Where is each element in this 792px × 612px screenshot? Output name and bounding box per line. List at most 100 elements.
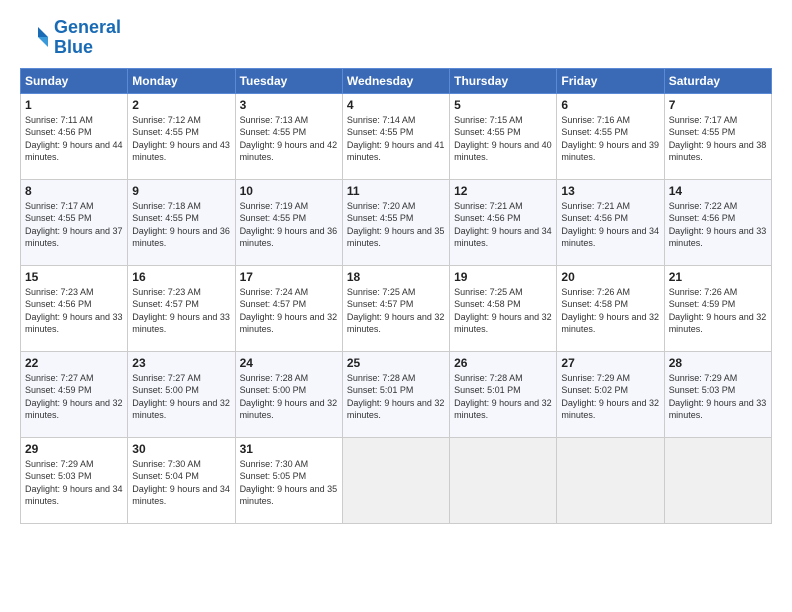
day-info: Sunrise: 7:28 AM Sunset: 5:01 PM Dayligh… [347, 372, 445, 422]
calendar-cell [450, 437, 557, 523]
day-info: Sunrise: 7:15 AM Sunset: 4:55 PM Dayligh… [454, 114, 552, 164]
logo-text: General Blue [54, 18, 121, 58]
day-number: 12 [454, 184, 552, 198]
day-number: 24 [240, 356, 338, 370]
calendar-cell: 23 Sunrise: 7:27 AM Sunset: 5:00 PM Dayl… [128, 351, 235, 437]
day-info: Sunrise: 7:27 AM Sunset: 5:00 PM Dayligh… [132, 372, 230, 422]
day-info: Sunrise: 7:17 AM Sunset: 4:55 PM Dayligh… [25, 200, 123, 250]
day-number: 5 [454, 98, 552, 112]
calendar-table: Sunday Monday Tuesday Wednesday Thursday… [20, 68, 772, 524]
day-number: 29 [25, 442, 123, 456]
day-info: Sunrise: 7:11 AM Sunset: 4:56 PM Dayligh… [25, 114, 123, 164]
day-number: 22 [25, 356, 123, 370]
day-number: 6 [561, 98, 659, 112]
day-number: 20 [561, 270, 659, 284]
calendar-week-4: 22 Sunrise: 7:27 AM Sunset: 4:59 PM Dayl… [21, 351, 772, 437]
calendar-cell: 7 Sunrise: 7:17 AM Sunset: 4:55 PM Dayli… [664, 93, 771, 179]
day-info: Sunrise: 7:22 AM Sunset: 4:56 PM Dayligh… [669, 200, 767, 250]
day-number: 17 [240, 270, 338, 284]
day-number: 28 [669, 356, 767, 370]
calendar-cell: 15 Sunrise: 7:23 AM Sunset: 4:56 PM Dayl… [21, 265, 128, 351]
header-monday: Monday [128, 68, 235, 93]
day-info: Sunrise: 7:21 AM Sunset: 4:56 PM Dayligh… [454, 200, 552, 250]
calendar-cell: 27 Sunrise: 7:29 AM Sunset: 5:02 PM Dayl… [557, 351, 664, 437]
header-saturday: Saturday [664, 68, 771, 93]
calendar-cell: 30 Sunrise: 7:30 AM Sunset: 5:04 PM Dayl… [128, 437, 235, 523]
header-tuesday: Tuesday [235, 68, 342, 93]
page: General Blue Sunday Monday Tuesday Wedne… [0, 0, 792, 612]
calendar-cell: 24 Sunrise: 7:28 AM Sunset: 5:00 PM Dayl… [235, 351, 342, 437]
calendar-cell: 1 Sunrise: 7:11 AM Sunset: 4:56 PM Dayli… [21, 93, 128, 179]
day-info: Sunrise: 7:29 AM Sunset: 5:03 PM Dayligh… [25, 458, 123, 508]
day-info: Sunrise: 7:24 AM Sunset: 4:57 PM Dayligh… [240, 286, 338, 336]
day-number: 7 [669, 98, 767, 112]
day-info: Sunrise: 7:25 AM Sunset: 4:58 PM Dayligh… [454, 286, 552, 336]
day-info: Sunrise: 7:20 AM Sunset: 4:55 PM Dayligh… [347, 200, 445, 250]
day-info: Sunrise: 7:16 AM Sunset: 4:55 PM Dayligh… [561, 114, 659, 164]
calendar-cell [664, 437, 771, 523]
logo-icon [20, 23, 50, 53]
calendar-cell: 19 Sunrise: 7:25 AM Sunset: 4:58 PM Dayl… [450, 265, 557, 351]
day-number: 26 [454, 356, 552, 370]
day-info: Sunrise: 7:17 AM Sunset: 4:55 PM Dayligh… [669, 114, 767, 164]
day-number: 2 [132, 98, 230, 112]
calendar-week-1: 1 Sunrise: 7:11 AM Sunset: 4:56 PM Dayli… [21, 93, 772, 179]
day-info: Sunrise: 7:19 AM Sunset: 4:55 PM Dayligh… [240, 200, 338, 250]
day-info: Sunrise: 7:26 AM Sunset: 4:59 PM Dayligh… [669, 286, 767, 336]
day-info: Sunrise: 7:23 AM Sunset: 4:56 PM Dayligh… [25, 286, 123, 336]
calendar-header-row: Sunday Monday Tuesday Wednesday Thursday… [21, 68, 772, 93]
calendar-cell: 20 Sunrise: 7:26 AM Sunset: 4:58 PM Dayl… [557, 265, 664, 351]
day-number: 8 [25, 184, 123, 198]
calendar-cell: 29 Sunrise: 7:29 AM Sunset: 5:03 PM Dayl… [21, 437, 128, 523]
calendar-cell: 22 Sunrise: 7:27 AM Sunset: 4:59 PM Dayl… [21, 351, 128, 437]
day-info: Sunrise: 7:27 AM Sunset: 4:59 PM Dayligh… [25, 372, 123, 422]
calendar-cell: 11 Sunrise: 7:20 AM Sunset: 4:55 PM Dayl… [342, 179, 449, 265]
calendar-cell: 21 Sunrise: 7:26 AM Sunset: 4:59 PM Dayl… [664, 265, 771, 351]
header-sunday: Sunday [21, 68, 128, 93]
day-info: Sunrise: 7:28 AM Sunset: 5:01 PM Dayligh… [454, 372, 552, 422]
day-info: Sunrise: 7:21 AM Sunset: 4:56 PM Dayligh… [561, 200, 659, 250]
day-info: Sunrise: 7:28 AM Sunset: 5:00 PM Dayligh… [240, 372, 338, 422]
calendar-cell: 16 Sunrise: 7:23 AM Sunset: 4:57 PM Dayl… [128, 265, 235, 351]
day-number: 1 [25, 98, 123, 112]
day-info: Sunrise: 7:29 AM Sunset: 5:02 PM Dayligh… [561, 372, 659, 422]
day-info: Sunrise: 7:13 AM Sunset: 4:55 PM Dayligh… [240, 114, 338, 164]
header-friday: Friday [557, 68, 664, 93]
day-number: 10 [240, 184, 338, 198]
day-number: 3 [240, 98, 338, 112]
calendar-week-2: 8 Sunrise: 7:17 AM Sunset: 4:55 PM Dayli… [21, 179, 772, 265]
day-number: 9 [132, 184, 230, 198]
calendar-cell: 8 Sunrise: 7:17 AM Sunset: 4:55 PM Dayli… [21, 179, 128, 265]
calendar-cell: 4 Sunrise: 7:14 AM Sunset: 4:55 PM Dayli… [342, 93, 449, 179]
day-number: 27 [561, 356, 659, 370]
day-info: Sunrise: 7:30 AM Sunset: 5:04 PM Dayligh… [132, 458, 230, 508]
calendar-cell: 18 Sunrise: 7:25 AM Sunset: 4:57 PM Dayl… [342, 265, 449, 351]
calendar-cell: 6 Sunrise: 7:16 AM Sunset: 4:55 PM Dayli… [557, 93, 664, 179]
calendar-cell: 12 Sunrise: 7:21 AM Sunset: 4:56 PM Dayl… [450, 179, 557, 265]
calendar-cell: 13 Sunrise: 7:21 AM Sunset: 4:56 PM Dayl… [557, 179, 664, 265]
calendar-cell: 5 Sunrise: 7:15 AM Sunset: 4:55 PM Dayli… [450, 93, 557, 179]
day-number: 15 [25, 270, 123, 284]
calendar-cell: 26 Sunrise: 7:28 AM Sunset: 5:01 PM Dayl… [450, 351, 557, 437]
day-info: Sunrise: 7:29 AM Sunset: 5:03 PM Dayligh… [669, 372, 767, 422]
day-info: Sunrise: 7:26 AM Sunset: 4:58 PM Dayligh… [561, 286, 659, 336]
day-info: Sunrise: 7:18 AM Sunset: 4:55 PM Dayligh… [132, 200, 230, 250]
calendar-week-3: 15 Sunrise: 7:23 AM Sunset: 4:56 PM Dayl… [21, 265, 772, 351]
day-info: Sunrise: 7:12 AM Sunset: 4:55 PM Dayligh… [132, 114, 230, 164]
day-number: 16 [132, 270, 230, 284]
calendar-cell: 10 Sunrise: 7:19 AM Sunset: 4:55 PM Dayl… [235, 179, 342, 265]
day-info: Sunrise: 7:23 AM Sunset: 4:57 PM Dayligh… [132, 286, 230, 336]
day-number: 18 [347, 270, 445, 284]
calendar-cell: 9 Sunrise: 7:18 AM Sunset: 4:55 PM Dayli… [128, 179, 235, 265]
day-info: Sunrise: 7:30 AM Sunset: 5:05 PM Dayligh… [240, 458, 338, 508]
calendar-cell: 3 Sunrise: 7:13 AM Sunset: 4:55 PM Dayli… [235, 93, 342, 179]
header-thursday: Thursday [450, 68, 557, 93]
calendar-week-5: 29 Sunrise: 7:29 AM Sunset: 5:03 PM Dayl… [21, 437, 772, 523]
day-info: Sunrise: 7:25 AM Sunset: 4:57 PM Dayligh… [347, 286, 445, 336]
day-number: 31 [240, 442, 338, 456]
calendar-cell [342, 437, 449, 523]
day-number: 13 [561, 184, 659, 198]
header-wednesday: Wednesday [342, 68, 449, 93]
day-number: 11 [347, 184, 445, 198]
calendar-cell: 2 Sunrise: 7:12 AM Sunset: 4:55 PM Dayli… [128, 93, 235, 179]
